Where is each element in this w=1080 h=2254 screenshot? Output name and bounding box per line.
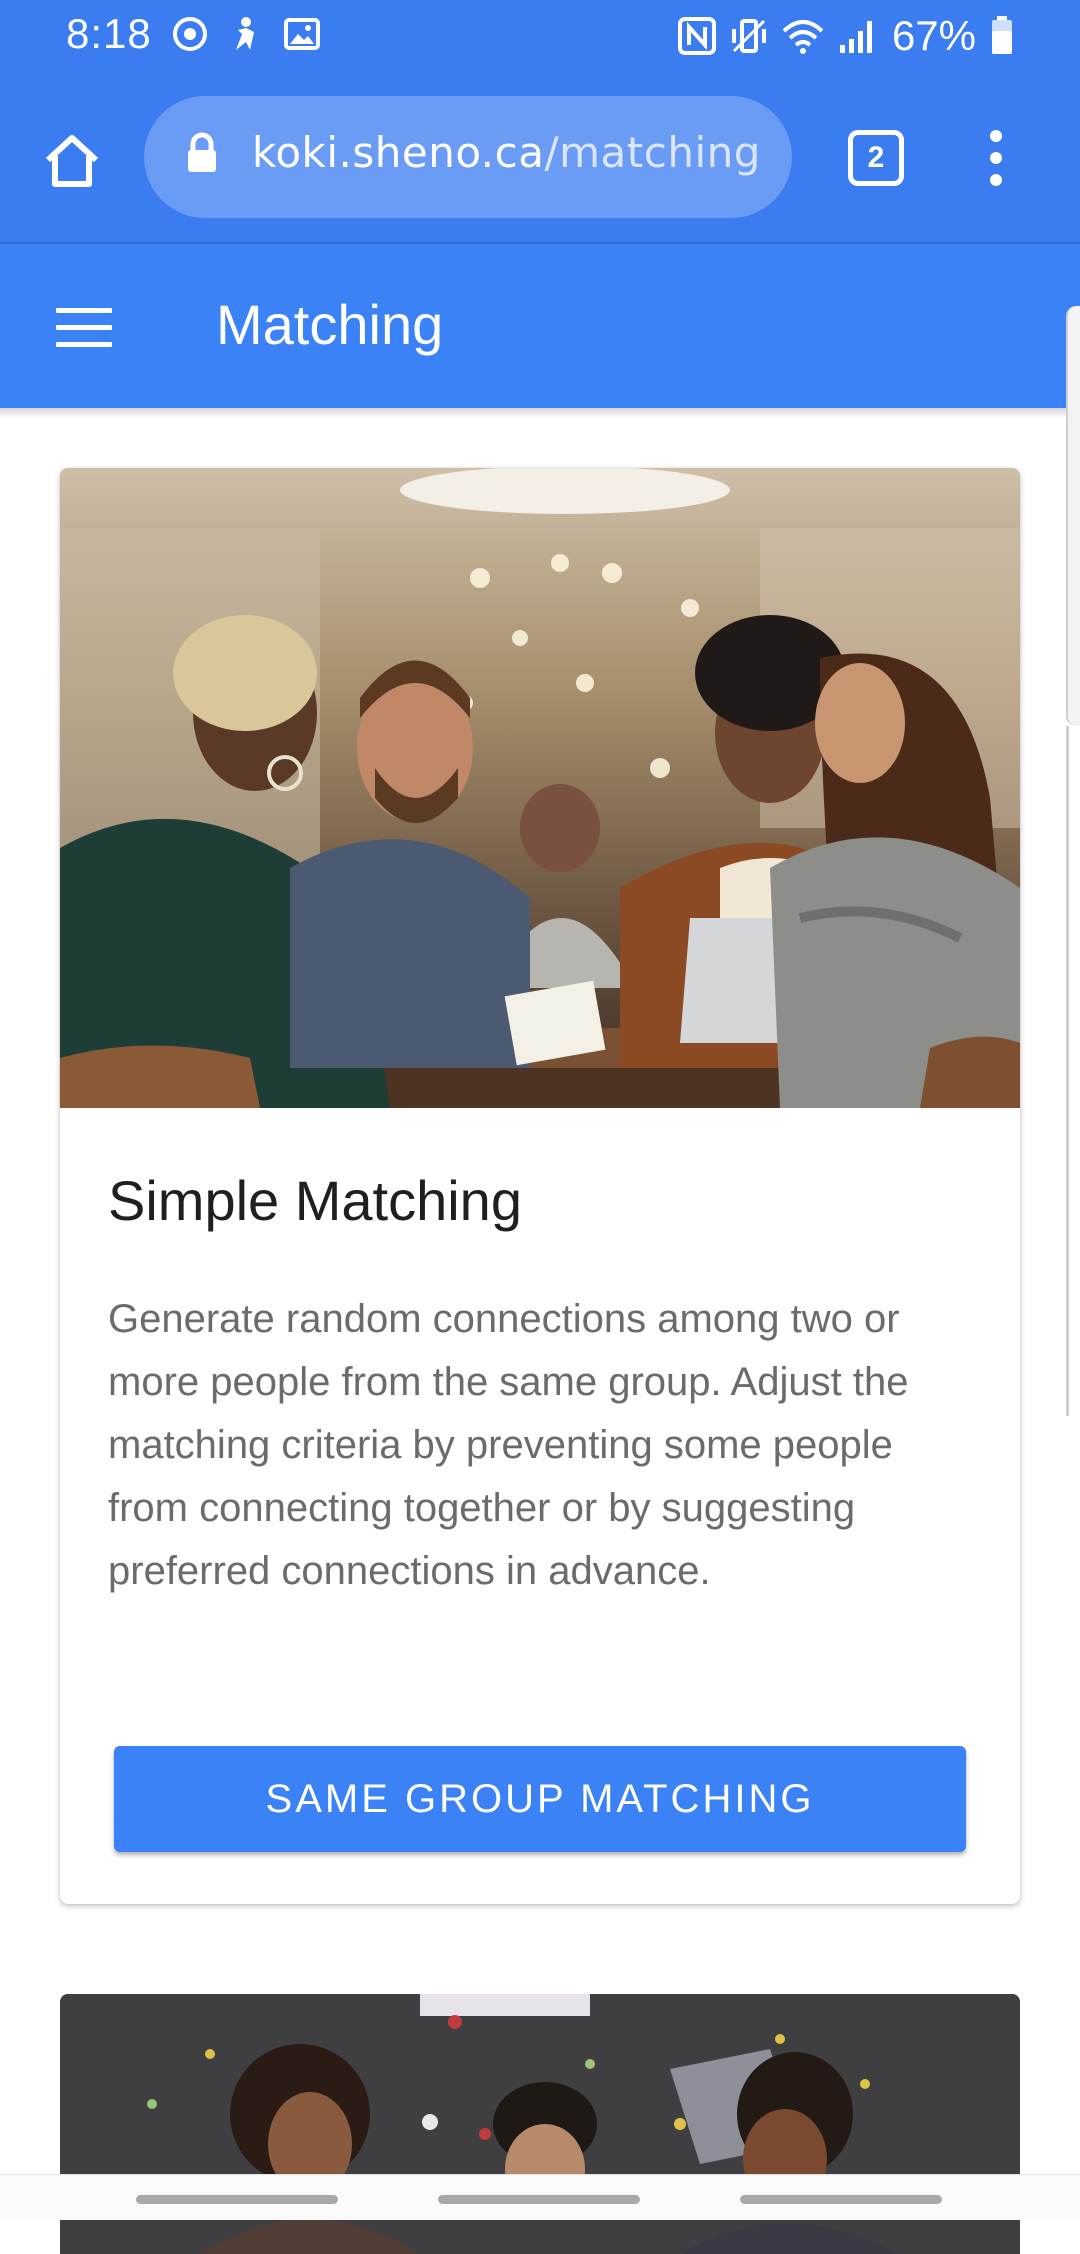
app-bar: Matching xyxy=(0,242,1080,408)
url-host: koki.sheno.ca xyxy=(252,128,545,177)
address-bar[interactable]: koki.sheno.ca/matching xyxy=(144,96,792,218)
nav-recents-pill[interactable] xyxy=(136,2195,338,2204)
battery-icon xyxy=(992,16,1012,54)
nav-home-pill[interactable] xyxy=(438,2195,640,2204)
gallery-icon xyxy=(284,18,320,50)
scrollbar-thumb[interactable] xyxy=(1066,726,1069,1416)
same-group-matching-button[interactable]: SAME GROUP MATCHING xyxy=(114,1746,966,1852)
card-title: Simple Matching xyxy=(108,1169,522,1232)
status-bar: 8:18 67% xyxy=(0,0,1080,72)
tab-switcher-button[interactable]: 2 xyxy=(848,130,904,186)
card-photo-people-meeting xyxy=(60,468,1020,1108)
nav-back-pill[interactable] xyxy=(740,2195,942,2204)
browser-toolbar: koki.sheno.ca/matching 2 xyxy=(0,72,1080,242)
media-icon xyxy=(173,17,207,51)
status-time: 8:18 xyxy=(66,10,152,57)
more-options-icon[interactable] xyxy=(982,128,1010,188)
hamburger-menu-icon[interactable] xyxy=(56,308,112,348)
simple-matching-card: Simple Matching Generate random connecti… xyxy=(60,468,1020,1904)
scrollbar-track[interactable] xyxy=(1066,306,1080,726)
wifi-icon xyxy=(782,20,824,54)
vibrate-icon xyxy=(731,19,766,53)
page-title: Matching xyxy=(216,293,444,356)
lock-icon xyxy=(188,132,216,172)
url-path: /matching xyxy=(544,128,761,177)
url-text: koki.sheno.ca/matching xyxy=(252,128,761,177)
accessibility-icon xyxy=(236,17,254,50)
tab-count: 2 xyxy=(867,141,885,174)
home-icon[interactable] xyxy=(42,130,102,190)
signal-icon xyxy=(839,21,872,53)
battery-percent: 67% xyxy=(891,12,976,59)
nfc-icon xyxy=(677,17,716,55)
card-description: Generate random connections among two or… xyxy=(108,1297,909,1593)
system-nav-bar xyxy=(0,2174,1080,2220)
